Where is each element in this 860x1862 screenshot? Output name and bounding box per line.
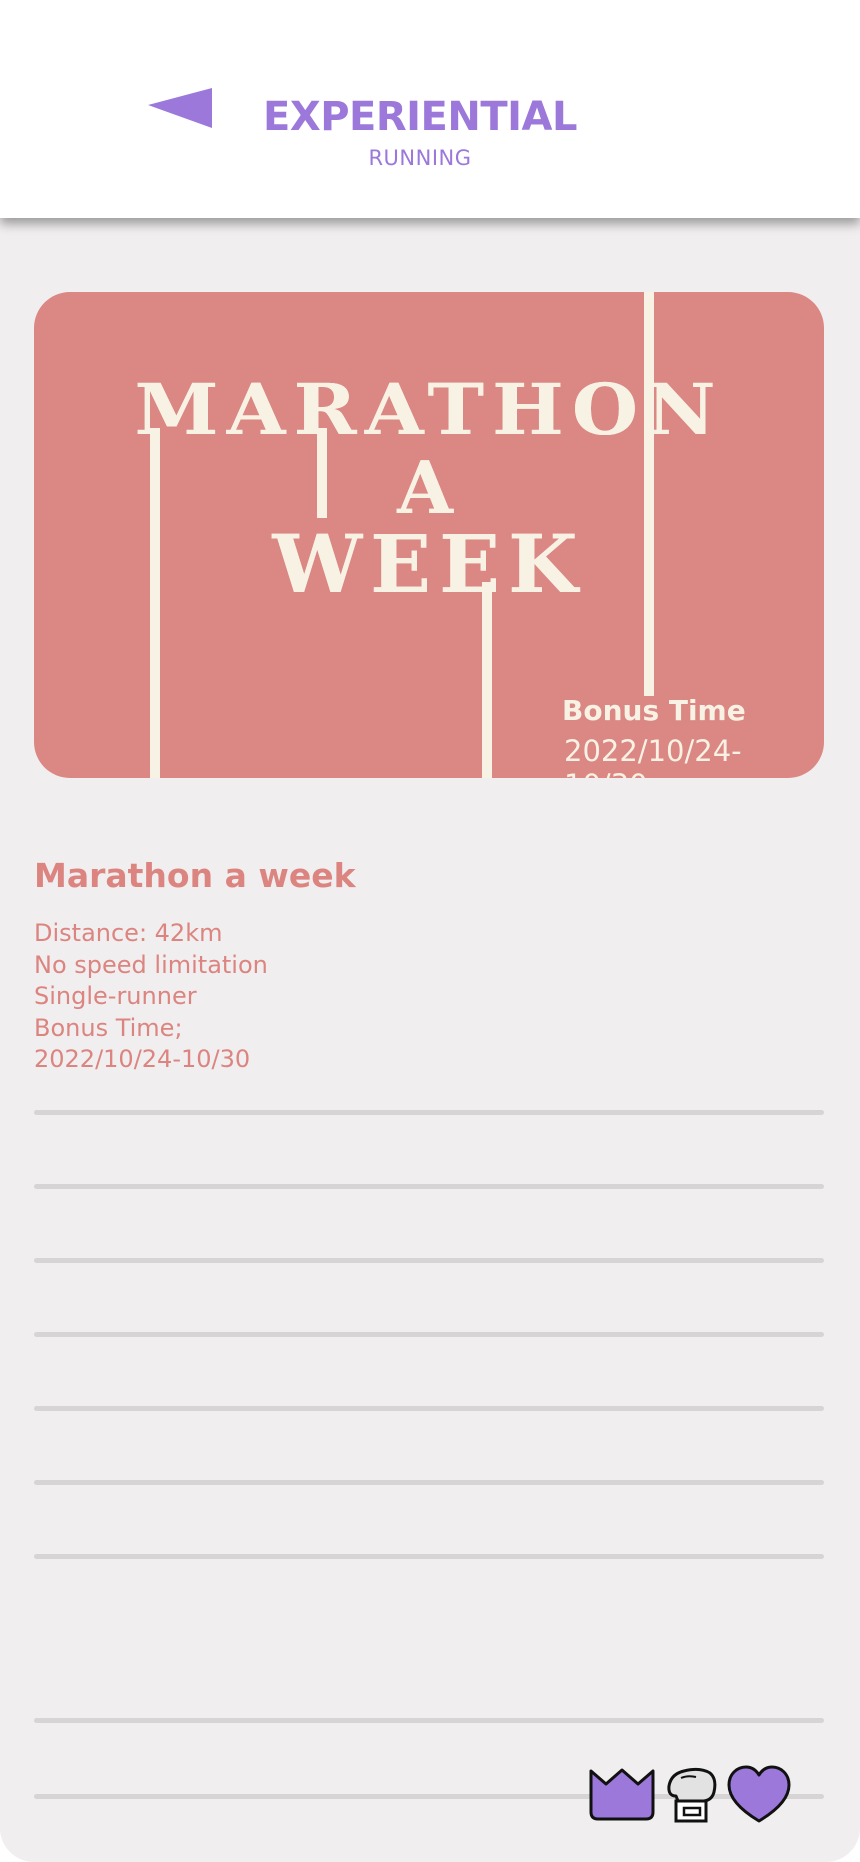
event-banner[interactable]: MARATHON A WEEK Bonus Time 2022/10/24-10…: [34, 292, 824, 778]
bonus-time-label: Bonus Time: [562, 694, 746, 727]
divider-line: [34, 1184, 824, 1189]
banner-title-line3: WEEK: [272, 517, 586, 611]
content-area: MARATHON A WEEK Bonus Time 2022/10/24-10…: [0, 218, 860, 1862]
crown-icon: [589, 1768, 655, 1821]
back-triangle-icon: [148, 88, 212, 128]
divider-line: [34, 1110, 824, 1115]
app-subtitle: RUNNING: [368, 146, 472, 170]
heart-button[interactable]: [726, 1764, 792, 1824]
divider-line: [34, 1554, 824, 1559]
banner-title-line2: A: [397, 445, 461, 530]
crown-button[interactable]: [588, 1766, 656, 1822]
heart-icon: [727, 1765, 791, 1823]
detail-distance: Distance: 42km: [34, 919, 223, 947]
app-header: EXPERIENTIAL RUNNING: [0, 0, 860, 218]
detail-runner: Single-runner: [34, 982, 197, 1010]
back-button[interactable]: [148, 86, 214, 130]
boxing-glove-icon: [667, 1767, 717, 1823]
divider-line: [34, 1406, 824, 1411]
detail-bonus-date: 2022/10/24-10/30: [34, 1045, 251, 1073]
event-title: Marathon a week: [34, 856, 356, 895]
bonus-time-date: 2022/10/24-10/30: [564, 734, 742, 778]
boxing-glove-button[interactable]: [666, 1766, 718, 1824]
detail-bonus-label: Bonus Time;: [34, 1013, 183, 1042]
app-title: EXPERIENTIAL: [263, 94, 577, 140]
detail-speed: No speed limitation: [34, 950, 268, 979]
divider-line: [34, 1718, 824, 1723]
divider-line: [34, 1258, 824, 1263]
divider-line: [34, 1480, 824, 1485]
banner-title-line1: MARATHON: [134, 368, 724, 451]
divider-line: [34, 1332, 824, 1337]
banner-stripe: [482, 582, 492, 778]
event-details: Distance: 42km No speed limitation Singl…: [34, 918, 268, 1076]
